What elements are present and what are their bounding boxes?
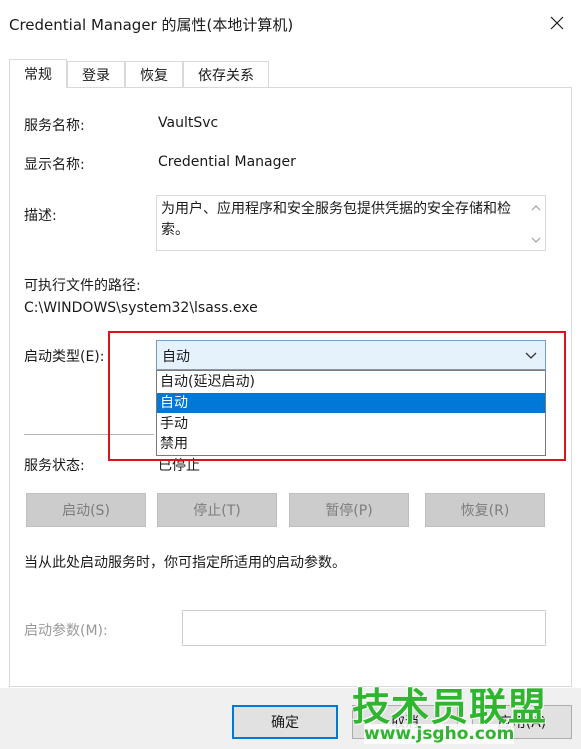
tab-label: 常规 (24, 67, 52, 83)
tab-label: 恢复 (140, 67, 168, 84)
startup-type-dropdown: 自动(延迟启动) 自动 手动 禁用 (156, 370, 546, 456)
watermark: 技术员联盟 www.jsgho.com (352, 676, 581, 749)
display-name-value: Credential Manager (158, 154, 296, 170)
startup-type-value: 自动 (162, 349, 190, 365)
start-button[interactable]: 启动(S) (26, 493, 146, 527)
startup-type-select[interactable]: 自动 (156, 340, 546, 370)
window-title: Credential Manager 的属性(本地计算机) (9, 16, 294, 34)
description-box[interactable]: 为用户、应用程序和安全服务包提供凭据的安全存储和检索。 (156, 195, 546, 251)
dropdown-option-auto[interactable]: 自动 (157, 393, 545, 413)
watermark-url: www.jsgho.com (364, 724, 515, 744)
description-scrollbar[interactable] (527, 196, 545, 250)
divider (24, 434, 154, 435)
path-value: C:\WINDOWS\system32\lsass.exe (24, 300, 258, 316)
dropdown-option-manual[interactable]: 手动 (157, 414, 545, 434)
tab-general[interactable]: 常规 (9, 59, 67, 88)
path-label: 可执行文件的路径: (24, 278, 141, 294)
display-name-label: 显示名称: (24, 157, 85, 173)
dropdown-option-auto-delayed[interactable]: 自动(延迟启动) (157, 372, 545, 392)
scroll-up-icon[interactable] (531, 204, 541, 212)
ok-button[interactable]: 确定 (232, 705, 338, 739)
close-button[interactable] (540, 8, 574, 38)
tab-recovery[interactable]: 恢复 (125, 61, 183, 87)
close-icon (550, 16, 564, 30)
tab-label: 依存关系 (198, 67, 254, 84)
service-name-value: VaultSvc (158, 115, 219, 131)
service-name-label: 服务名称: (24, 118, 85, 134)
description-label: 描述: (24, 208, 57, 224)
scroll-down-icon[interactable] (531, 236, 541, 244)
start-params-input[interactable] (182, 610, 546, 646)
description-text: 为用户、应用程序和安全服务包提供凭据的安全存储和检索。 (161, 201, 511, 238)
tab-dependencies[interactable]: 依存关系 (183, 61, 269, 87)
dropdown-option-disabled[interactable]: 禁用 (157, 434, 545, 454)
start-params-hint: 当从此处启动服务时，你可指定所适用的启动参数。 (24, 555, 346, 571)
start-params-label: 启动参数(M): (24, 623, 108, 639)
stop-button[interactable]: 停止(T) (157, 493, 277, 527)
service-status-value: 已停止 (158, 458, 200, 474)
tab-logon[interactable]: 登录 (67, 61, 125, 87)
watermark-logo: 技术员联盟 (352, 685, 548, 729)
chevron-down-icon (525, 352, 537, 359)
title-bar: Credential Manager 的属性(本地计算机) (0, 0, 581, 46)
resume-button[interactable]: 恢复(R) (425, 493, 545, 527)
service-status-label: 服务状态: (24, 458, 85, 474)
tab-label: 登录 (82, 67, 110, 84)
pause-button[interactable]: 暂停(P) (289, 493, 409, 527)
startup-type-label: 启动类型(E): (24, 349, 105, 365)
